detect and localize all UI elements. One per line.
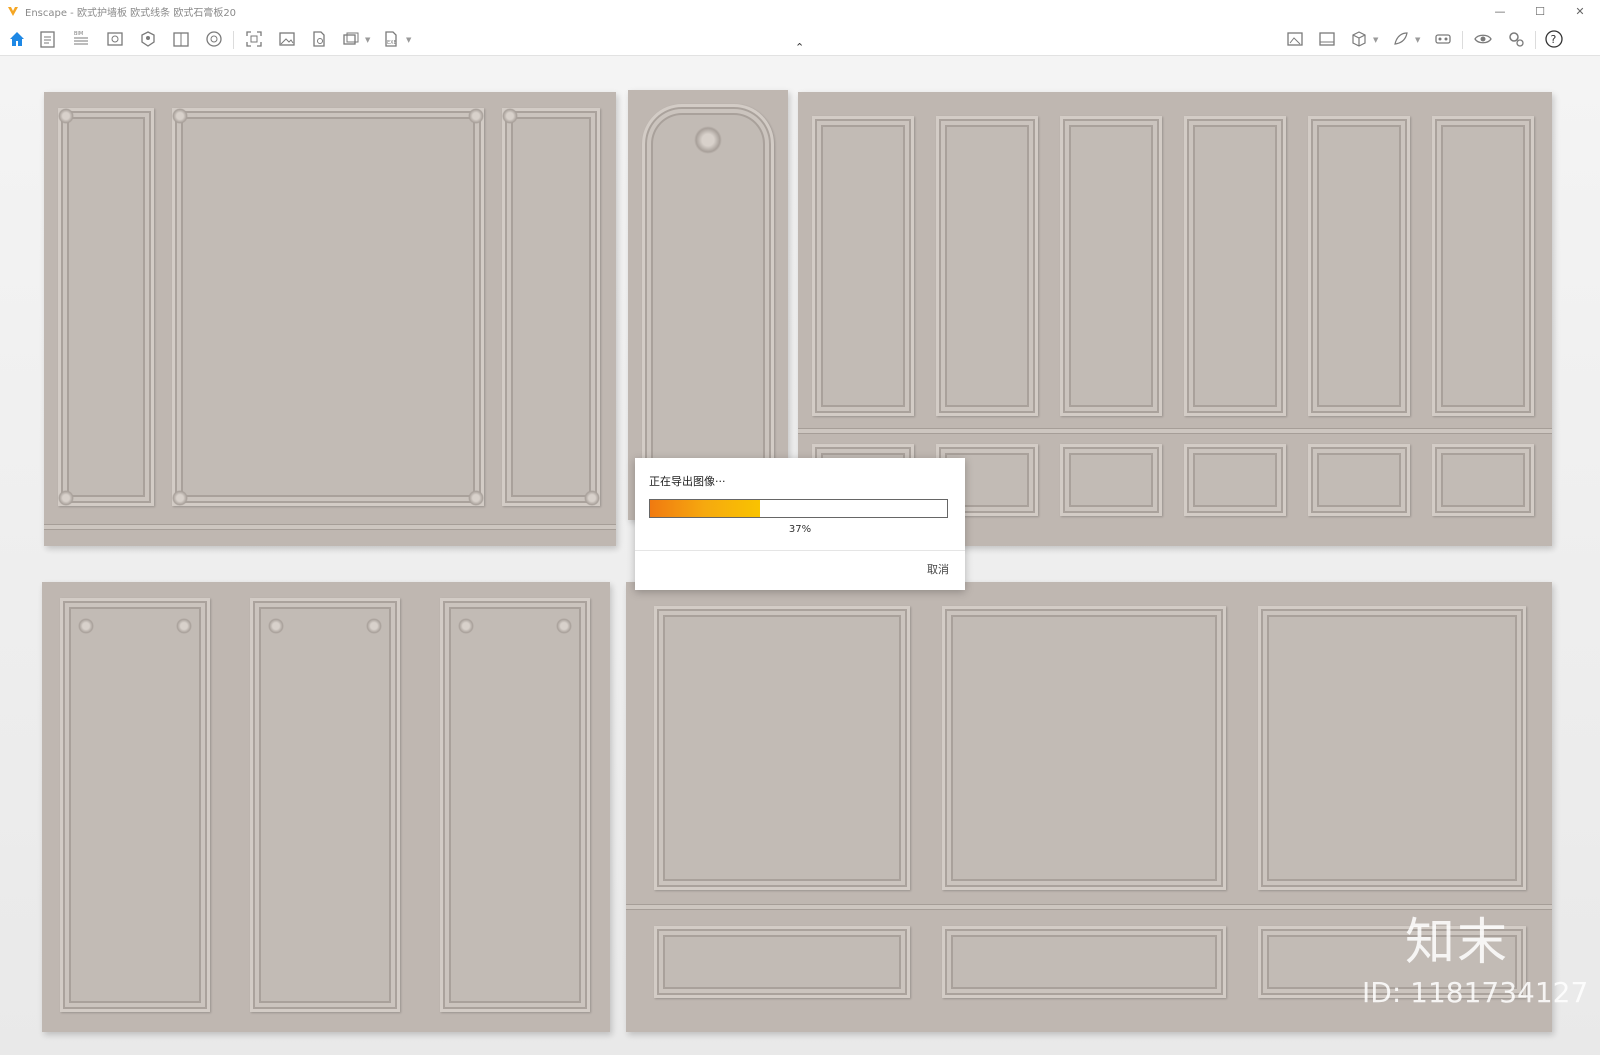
molding-frame (172, 108, 484, 506)
molding-frame (1258, 606, 1526, 890)
cube-icon[interactable] (1348, 28, 1370, 50)
window-controls: — ☐ ✕ (1480, 0, 1600, 22)
gallery-icon[interactable] (1316, 28, 1338, 50)
molding-frame (654, 606, 910, 890)
dialog-divider (635, 550, 965, 551)
molding-frame (1432, 444, 1534, 516)
molding-frame (1184, 116, 1286, 416)
title-bar: Enscape - 欧式护墙板 欧式线条 欧式石膏板20 — ☐ ✕ (0, 0, 1600, 22)
chair-rail (798, 428, 1552, 434)
toolbar-separator (233, 31, 234, 49)
watermark-id: ID: 1181734127 (1362, 976, 1589, 1009)
molding-frame (1308, 116, 1410, 416)
svg-text:BIM: BIM (74, 31, 83, 37)
batch-icon[interactable] (340, 28, 362, 50)
maximize-button[interactable]: ☐ (1520, 0, 1560, 22)
molding-frame (1308, 444, 1410, 516)
bim-icon[interactable]: BIM (70, 28, 92, 50)
molding-frame (642, 104, 774, 504)
ornament-corner (458, 618, 474, 634)
help-label: ? (1551, 33, 1557, 46)
close-button[interactable]: ✕ (1560, 0, 1600, 22)
chevron-down-icon[interactable]: ▼ (406, 36, 411, 44)
image-export-icon[interactable] (1284, 28, 1306, 50)
wall-panel-three-tall-bottom-left (42, 582, 610, 1032)
document-icon[interactable] (37, 28, 59, 50)
view-icon[interactable] (104, 28, 126, 50)
molding-frame (1060, 116, 1162, 416)
molding-frame (440, 598, 590, 1012)
file-icon[interactable] (308, 28, 330, 50)
molding-frame (812, 116, 914, 416)
chevron-down-icon[interactable]: ▼ (1373, 36, 1378, 44)
map-icon[interactable] (137, 28, 159, 50)
chevron-down-icon[interactable]: ▼ (1415, 36, 1420, 44)
molding-frame (654, 926, 910, 998)
asset-icon[interactable] (1390, 28, 1412, 50)
export-progress-dialog: 正在导出图像··· 37% 取消 (635, 458, 965, 590)
molding-frame (1432, 116, 1534, 416)
help-icon[interactable]: ? (1543, 28, 1565, 50)
toolbar-separator (1535, 31, 1536, 49)
export-icon[interactable]: EXE (380, 28, 402, 50)
watermark-logo: 知末 (1405, 913, 1509, 971)
ornament-corner (78, 618, 94, 634)
ornament-corner (58, 490, 74, 506)
chevron-down-icon[interactable]: ▼ (365, 36, 370, 44)
progress-percentage: 37% (788, 524, 812, 535)
ornament-corner (58, 108, 74, 124)
molding-frame (58, 108, 154, 506)
home-icon[interactable] (6, 28, 28, 50)
image-icon[interactable] (276, 28, 298, 50)
molding-frame (250, 598, 400, 1012)
collapse-toolbar-icon[interactable]: ⌃ (795, 41, 804, 54)
settings-sphere-icon[interactable] (203, 28, 225, 50)
ornament-corner (468, 490, 484, 506)
gear-icon[interactable] (1505, 28, 1527, 50)
enscape-logo-icon (8, 7, 18, 16)
svg-text:EXE: EXE (387, 40, 397, 46)
vr-icon[interactable] (1432, 28, 1454, 50)
export-progress-bar (649, 499, 948, 518)
ornament-crest (694, 126, 722, 154)
molding-frame (502, 108, 600, 506)
ornament-corner (556, 618, 572, 634)
export-status-message: 正在导出图像··· (649, 475, 726, 488)
ornament-corner (584, 490, 600, 506)
ornament-corner (176, 618, 192, 634)
ornament-corner (366, 618, 382, 634)
ornament-corner (468, 108, 484, 124)
molding-frame (942, 606, 1226, 890)
molding-frame (1060, 444, 1162, 516)
molding-frame (1184, 444, 1286, 516)
book-icon[interactable] (170, 28, 192, 50)
molding-frame (60, 598, 210, 1012)
capture-icon[interactable] (243, 28, 265, 50)
ornament-corner (172, 490, 188, 506)
minimize-button[interactable]: — (1480, 0, 1520, 22)
ornament-corner (268, 618, 284, 634)
ornament-corner (502, 108, 518, 124)
ornament-corner (172, 108, 188, 124)
eye-icon[interactable] (1472, 28, 1494, 50)
progress-fill (650, 500, 760, 517)
chair-rail (44, 524, 616, 530)
molding-frame (936, 116, 1038, 416)
wall-panel-arched-narrow (628, 90, 788, 520)
wall-panel-ornate-top-left (44, 92, 616, 546)
molding-frame (942, 926, 1226, 998)
cancel-button[interactable]: 取消 (927, 561, 949, 577)
window-title: Enscape - 欧式护墙板 欧式线条 欧式石膏板20 (25, 7, 237, 19)
toolbar-separator (1462, 31, 1463, 49)
